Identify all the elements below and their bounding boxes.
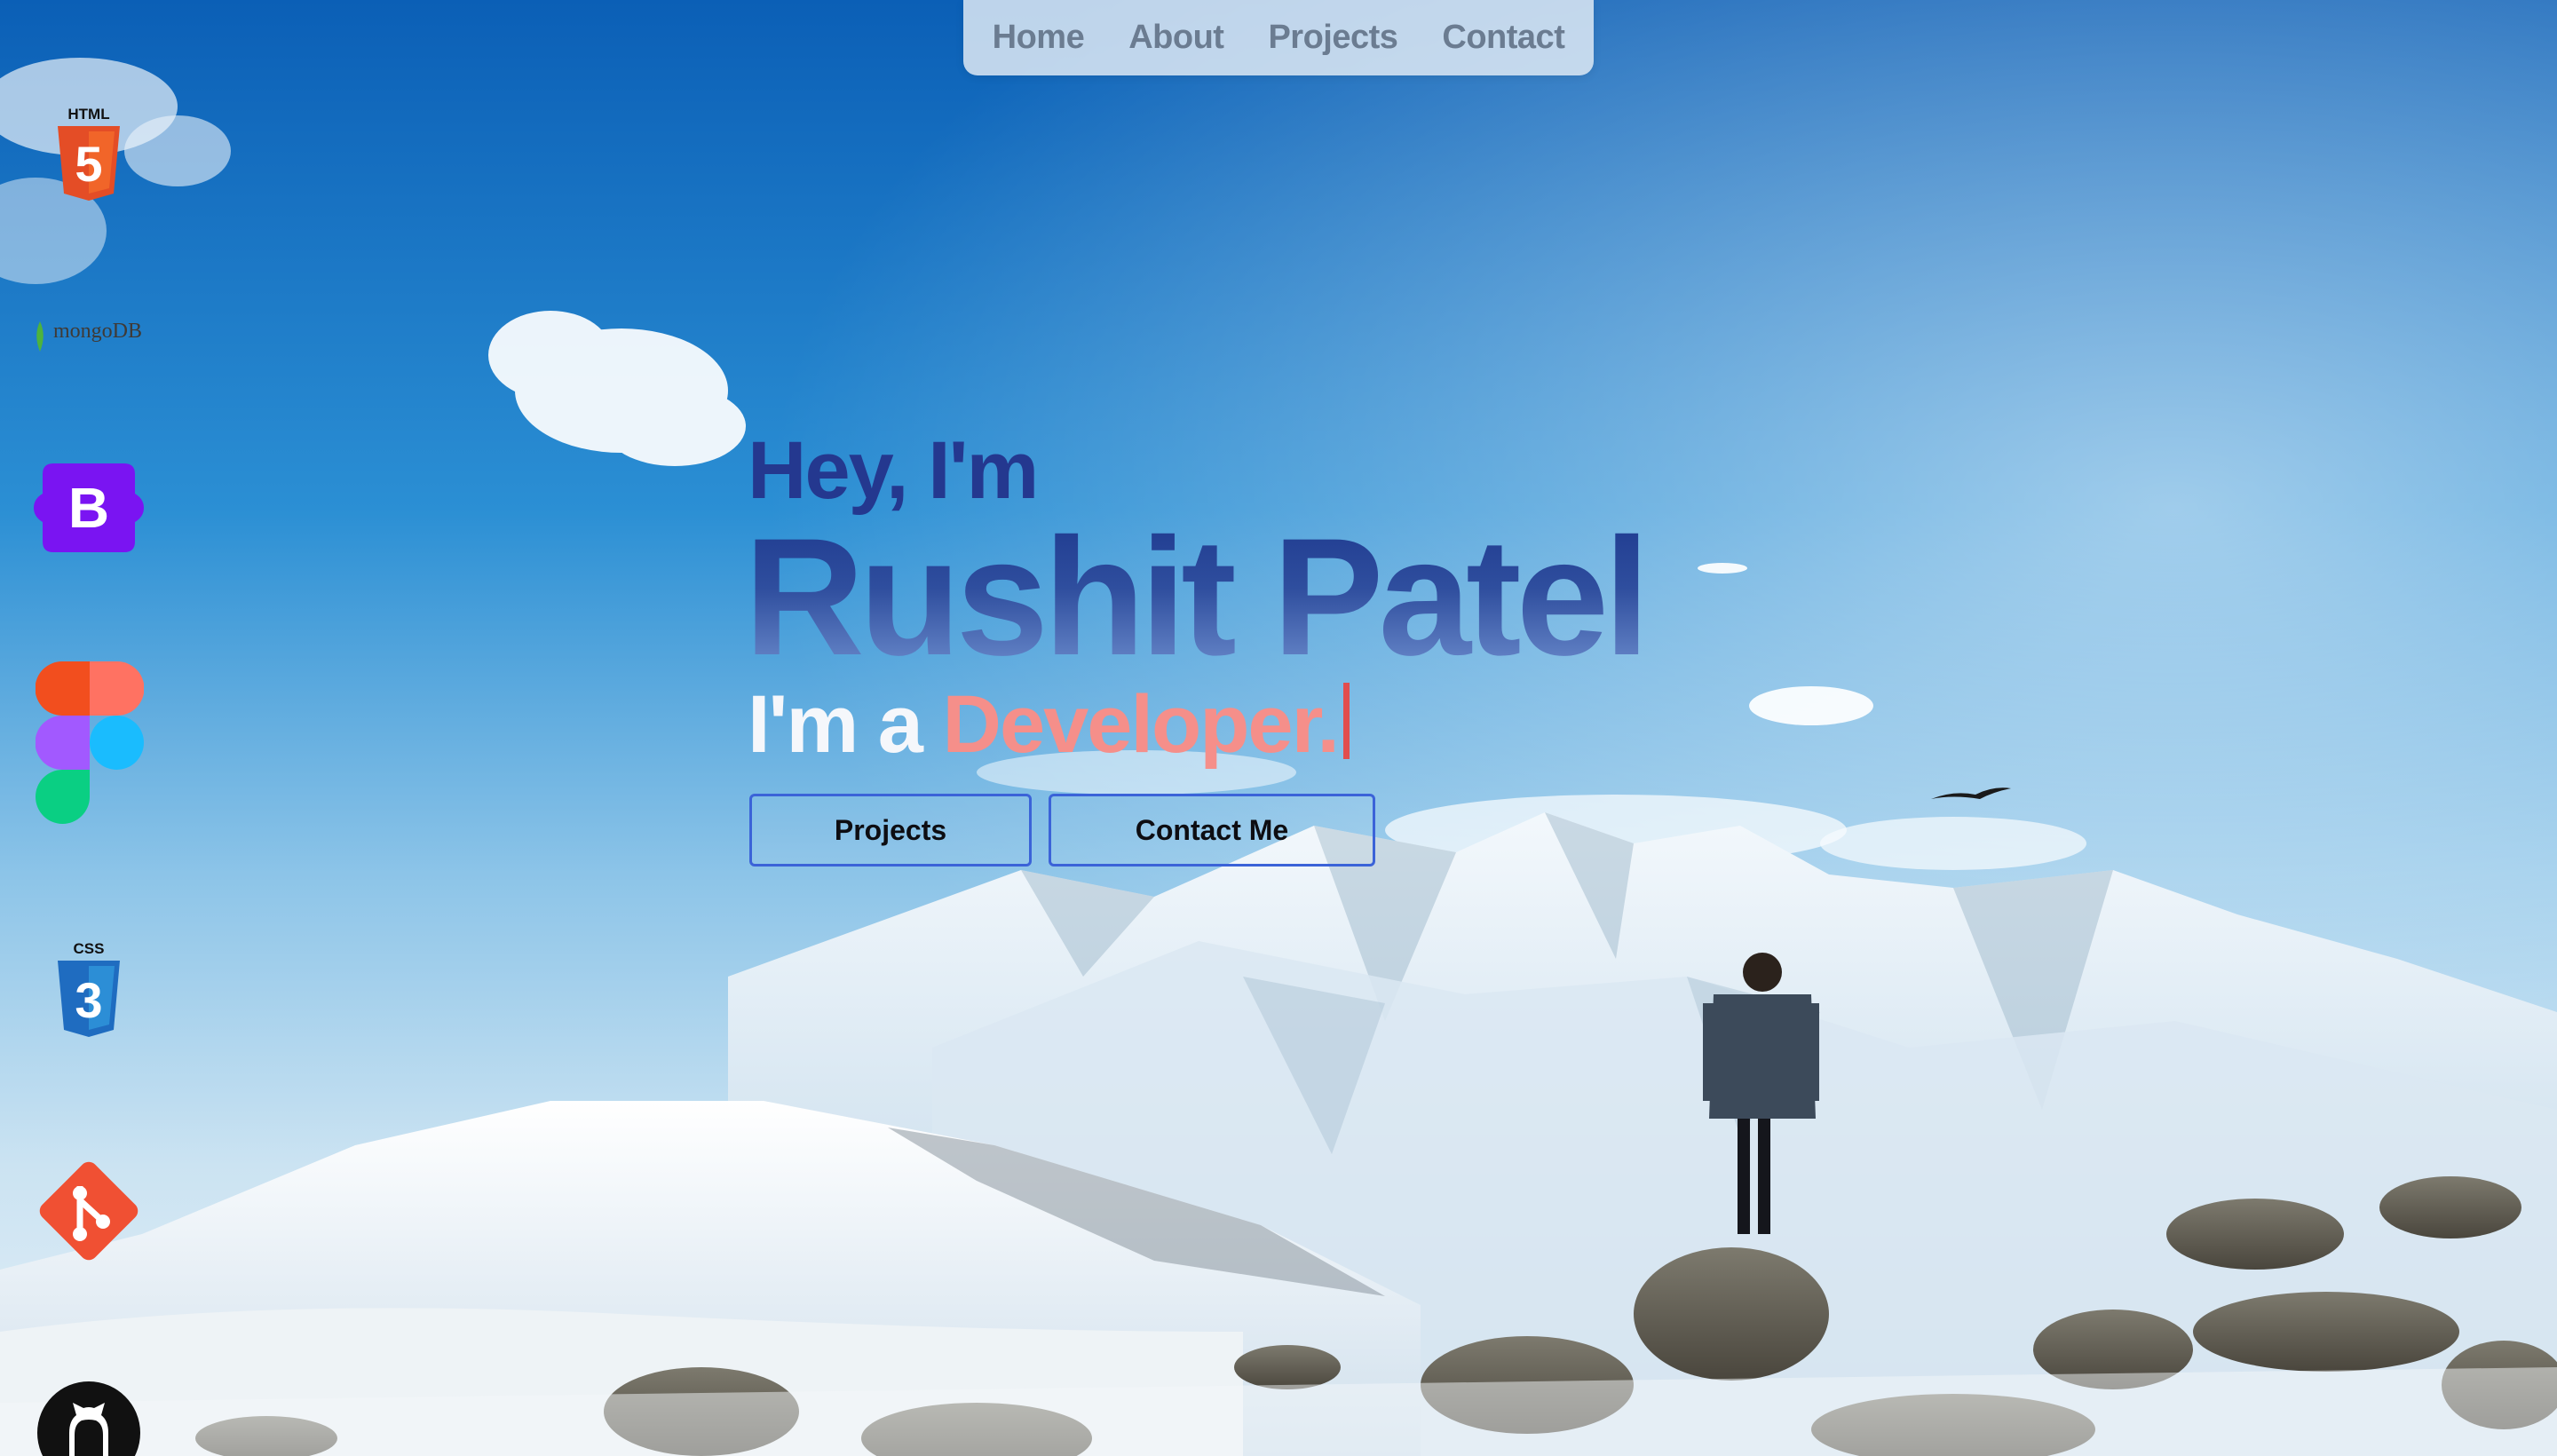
html5-label: HTML bbox=[67, 106, 109, 123]
hero-role-line: I'm a Developer. bbox=[748, 678, 1350, 772]
nav-contact-link[interactable]: Contact bbox=[1442, 19, 1564, 57]
mongodb-icon: mongoDB bbox=[34, 320, 158, 355]
github-icon bbox=[36, 1380, 142, 1456]
top-nav: Home About Projects Contact bbox=[963, 0, 1594, 75]
nav-about-link[interactable]: About bbox=[1128, 19, 1224, 57]
mongodb-label: mongoDB bbox=[53, 320, 143, 343]
git-icon bbox=[34, 1156, 144, 1266]
html5-digit: 5 bbox=[75, 136, 102, 192]
role-typed-word: Developer. bbox=[942, 679, 1340, 770]
css3-icon: CSS 3 bbox=[49, 939, 129, 1039]
html5-icon: HTML 5 bbox=[49, 105, 129, 202]
bootstrap-icon: B bbox=[34, 463, 144, 552]
figma-icon bbox=[36, 661, 144, 825]
css3-digit: 3 bbox=[75, 972, 102, 1028]
contact-me-button[interactable]: Contact Me bbox=[1049, 794, 1375, 866]
hero-name: Rushit Patel bbox=[744, 503, 1650, 690]
bootstrap-letter: B bbox=[68, 476, 109, 540]
css3-label: CSS bbox=[74, 940, 105, 957]
typing-cursor bbox=[1342, 683, 1350, 759]
nav-projects-link[interactable]: Projects bbox=[1268, 19, 1397, 57]
nav-home-link[interactable]: Home bbox=[993, 19, 1085, 57]
projects-button[interactable]: Projects bbox=[749, 794, 1032, 866]
role-prefix: I'm a bbox=[748, 679, 923, 770]
skills-column: HTML 5 mongoDB B CSS 3 bbox=[0, 0, 178, 1456]
